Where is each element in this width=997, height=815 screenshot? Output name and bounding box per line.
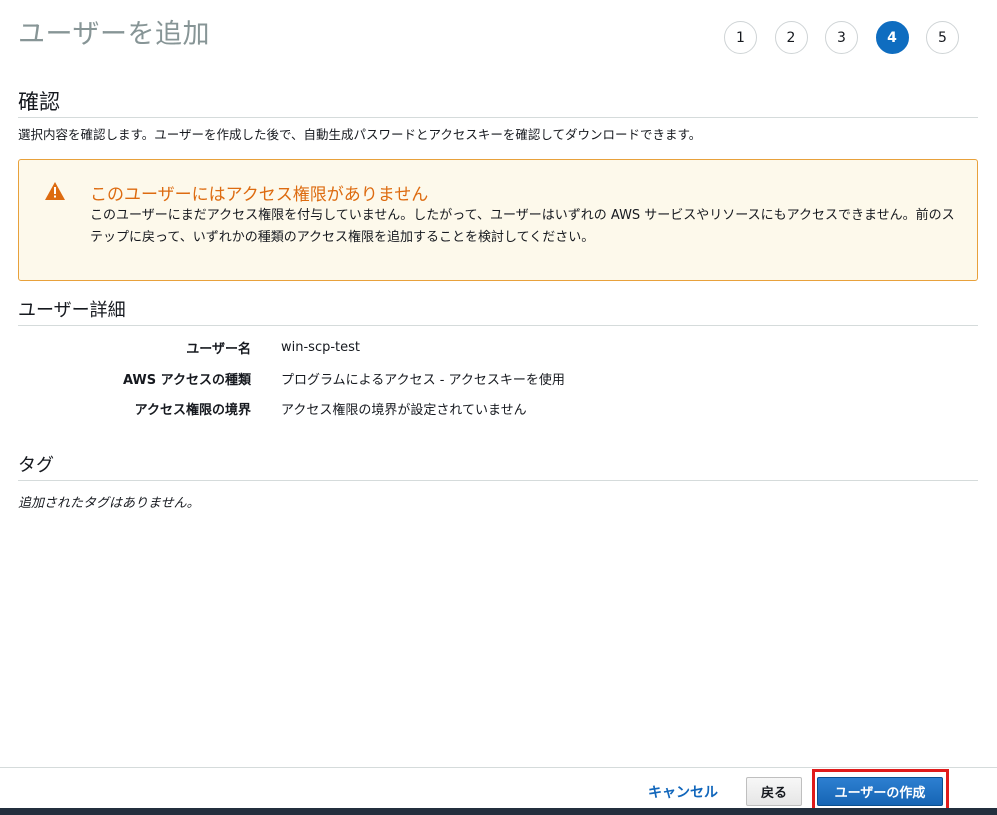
detail-label: AWS アクセスの種類 [122, 372, 251, 388]
wizard-steps: 1 2 3 4 5 [724, 21, 959, 54]
step-2[interactable]: 2 [774, 21, 808, 54]
step-4-current: 4 [875, 21, 909, 54]
detail-row-access-type: AWS アクセスの種類 プログラムによるアクセス - アクセスキーを使用 [0, 368, 997, 388]
detail-label: アクセス権限の境界 [134, 402, 251, 418]
page-title: ユーザーを追加 [18, 19, 210, 50]
step-3[interactable]: 3 [825, 21, 858, 54]
tags-empty-text: 追加されたタグはありません。 [18, 496, 200, 511]
detail-row-username: ユーザー名 win-scp-test [0, 337, 997, 357]
user-details-heading: ユーザー詳細 [18, 296, 978, 326]
warning-title: このユーザーにはアクセス権限がありません [90, 185, 429, 205]
detail-row-permissions-boundary: アクセス権限の境界 アクセス権限の境界が設定されていません [0, 398, 997, 418]
review-description: 選択内容を確認します。ユーザーを作成した後で、自動生成パスワードとアクセスキーを… [18, 127, 702, 142]
detail-value: win-scp-test [281, 339, 361, 355]
create-user-button[interactable]: ユーザーの作成 [817, 777, 943, 806]
step-5[interactable]: 5 [926, 21, 959, 54]
detail-value: アクセス権限の境界が設定されていません [281, 402, 527, 418]
wizard-footer: キャンセル 戻る ユーザーの作成 [0, 767, 997, 815]
no-permissions-warning: このユーザーにはアクセス権限がありません このユーザーにまだアクセス権限を付与し… [18, 159, 978, 281]
detail-value: プログラムによるアクセス - アクセスキーを使用 [281, 372, 565, 388]
warning-body: このユーザーにまだアクセス権限を付与していません。したがって、ユーザーはいずれの… [90, 208, 955, 245]
warning-triangle-icon [45, 182, 65, 200]
detail-label: ユーザー名 [186, 341, 251, 357]
tags-heading: タグ [18, 451, 978, 481]
back-button[interactable]: 戻る [746, 777, 802, 806]
cancel-button[interactable]: キャンセル [648, 782, 718, 802]
review-heading: 確認 [18, 86, 978, 118]
step-1[interactable]: 1 [724, 21, 757, 54]
